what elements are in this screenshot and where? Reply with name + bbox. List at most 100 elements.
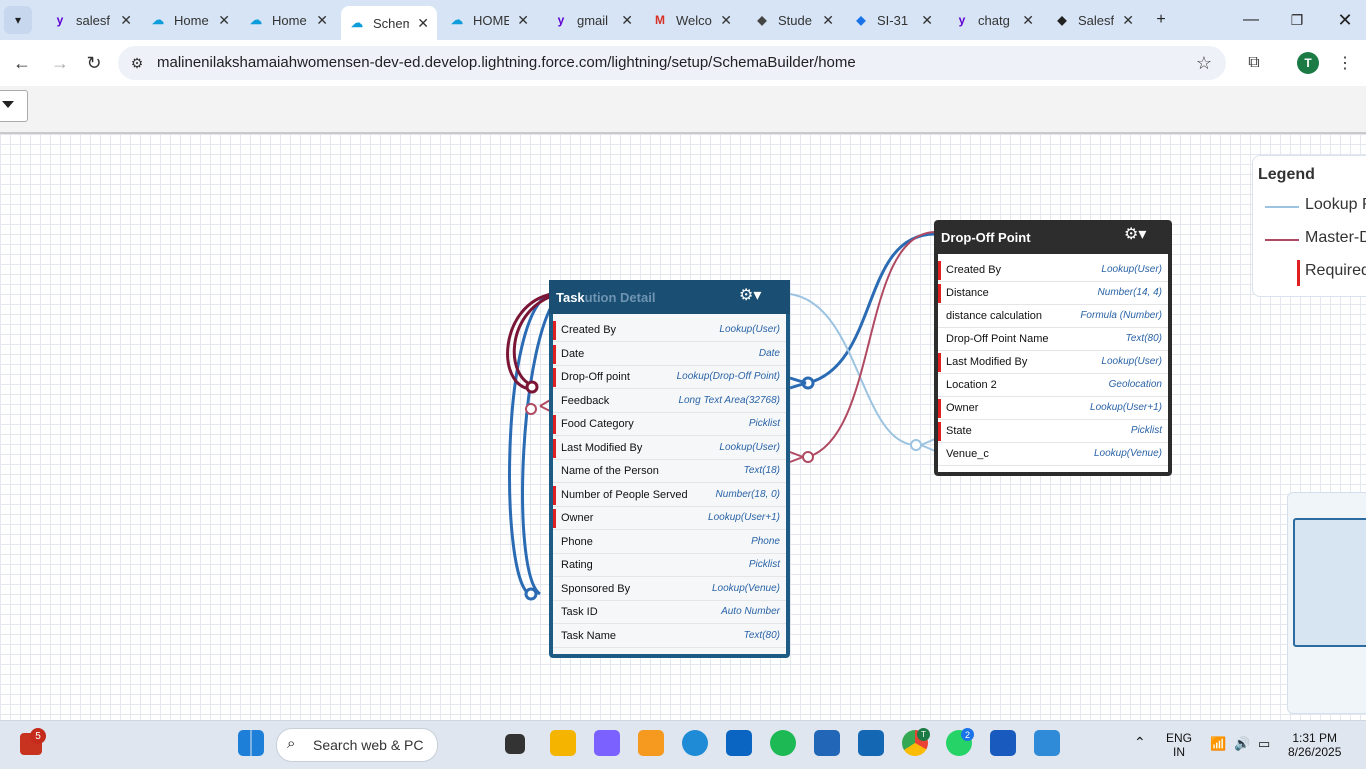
close-tab-icon[interactable]: ✕: [921, 12, 933, 29]
dropoff-settings-gear-icon[interactable]: ⚙▾: [1124, 224, 1146, 244]
field-row[interactable]: Rating Picklist: [553, 555, 786, 577]
profile-avatar[interactable]: T: [1297, 52, 1319, 74]
field-type: Lookup(User+1): [708, 512, 780, 523]
salesforce-icon: ☁: [250, 13, 262, 27]
field-row[interactable]: Owner Lookup(User+1): [553, 508, 786, 530]
volume-icon[interactable]: 🔊: [1234, 736, 1250, 752]
region-code: IN: [1173, 745, 1185, 759]
task-view-icon[interactable]: [505, 734, 525, 754]
maximize-icon[interactable]: ❐: [1282, 8, 1312, 32]
field-row[interactable]: Created By Lookup(User): [553, 320, 786, 342]
object-dropdown-button[interactable]: [0, 90, 28, 122]
field-name: Feedback: [561, 394, 610, 407]
reload-icon[interactable]: ↻: [83, 52, 105, 74]
tab-title: Stude: [778, 12, 812, 28]
minimize-icon[interactable]: —: [1236, 8, 1266, 32]
field-row[interactable]: Venue_c Lookup(Venue): [938, 444, 1168, 466]
schema-canvas[interactable]: Task ution Detail ⚙▾ Created By Lookup(Us…: [0, 134, 1366, 720]
tray-overflow-chevron-icon[interactable]: ⌃: [1134, 734, 1146, 751]
wifi-icon[interactable]: 📶: [1210, 736, 1226, 752]
copilot-icon[interactable]: [594, 730, 620, 756]
required-marker: [938, 261, 941, 280]
url-text[interactable]: malinenilakshamaiahwomensen-dev-ed.devel…: [157, 54, 856, 71]
field-row[interactable]: Number of People Served Number(18, 0): [553, 485, 786, 507]
tab-4[interactable]: ☁ HOME ✕: [441, 6, 537, 34]
field-row[interactable]: Sponsored By Lookup(Venue): [553, 579, 786, 601]
field-row[interactable]: Name of the Person Text(18): [553, 461, 786, 483]
field-row[interactable]: Task ID Auto Number: [553, 602, 786, 624]
photos-icon[interactable]: [1034, 730, 1060, 756]
language-indicator[interactable]: ENG IN: [1166, 731, 1192, 759]
extensions-icon[interactable]: ⧉: [1243, 52, 1265, 74]
chart-icon: ◆: [757, 13, 767, 27]
field-row[interactable]: Food Category Picklist: [553, 414, 786, 436]
tab-3[interactable]: ☁ Schem ✕: [341, 6, 437, 40]
tab-5[interactable]: y gmail ✕: [545, 6, 641, 34]
task-object-card[interactable]: Task ution Detail ⚙▾ Created By Lookup(Us…: [549, 280, 790, 658]
new-tab-button[interactable]: +: [1146, 8, 1176, 32]
tab-7[interactable]: ◆ Stude ✕: [746, 6, 842, 34]
task-field-list: Created By Lookup(User) Date Date Drop-Off p…: [553, 314, 786, 654]
start-windows-icon[interactable]: [238, 730, 264, 756]
close-window-icon[interactable]: ✕: [1330, 8, 1360, 32]
file-explorer-icon[interactable]: [550, 730, 576, 756]
close-tab-icon[interactable]: ✕: [822, 12, 834, 29]
back-icon[interactable]: ←: [11, 52, 33, 74]
tab-10[interactable]: ◆ Salesf ✕: [1046, 6, 1142, 34]
field-row[interactable]: State Picklist: [938, 421, 1168, 443]
field-name: Drop-Off Point Name: [946, 333, 1049, 345]
field-row[interactable]: Drop-Off Point Name Text(80): [938, 329, 1168, 351]
browser-menu-icon[interactable]: ⋮: [1334, 52, 1356, 74]
field-row[interactable]: Feedback Long Text Area(32768): [553, 391, 786, 413]
close-tab-icon[interactable]: ✕: [1122, 12, 1134, 29]
site-info-icon[interactable]: ⚙: [126, 52, 148, 74]
openai-icon: ◆: [1057, 13, 1067, 27]
mini-map-panel[interactable]: [1287, 492, 1366, 714]
tab-8[interactable]: ◆ SI-31 ✕: [845, 6, 941, 34]
salesforce-icon: ☁: [351, 16, 363, 30]
store-icon[interactable]: [814, 730, 840, 756]
tab-9[interactable]: y chatg ✕: [946, 6, 1042, 34]
word-icon[interactable]: [990, 730, 1016, 756]
close-tab-icon[interactable]: ✕: [120, 12, 132, 29]
battery-icon[interactable]: ▭: [1258, 736, 1270, 752]
required-marker: [553, 509, 556, 528]
field-row[interactable]: Distance Number(14, 4): [938, 283, 1168, 305]
field-row[interactable]: distance calculation Formula (Number): [938, 306, 1168, 328]
clock[interactable]: 1:31 PM 8/26/2025: [1288, 731, 1341, 759]
edge-icon[interactable]: [682, 730, 708, 756]
tab-search-chevron-icon[interactable]: ▾: [4, 6, 32, 34]
field-row[interactable]: Location 2 Geolocation: [938, 375, 1168, 397]
app-icon-2[interactable]: [858, 730, 884, 756]
mini-map-viewport[interactable]: [1293, 518, 1366, 647]
close-tab-icon[interactable]: ✕: [218, 12, 230, 29]
bookmark-star-icon[interactable]: ☆: [1193, 52, 1215, 74]
field-row[interactable]: Owner Lookup(User+1): [938, 398, 1168, 420]
close-tab-icon[interactable]: ✕: [417, 15, 429, 32]
app-icon[interactable]: [638, 730, 664, 756]
close-tab-icon[interactable]: ✕: [720, 12, 732, 29]
close-tab-icon[interactable]: ✕: [517, 12, 529, 29]
field-row[interactable]: Drop-Off point Lookup(Drop-Off Point): [553, 367, 786, 389]
taskbar-search-box[interactable]: ⌕ Search web & PC: [276, 728, 438, 762]
close-tab-icon[interactable]: ✕: [621, 12, 633, 29]
tab-1[interactable]: ☁ Home ✕: [142, 6, 238, 34]
spotify-icon[interactable]: [770, 730, 796, 756]
close-tab-icon[interactable]: ✕: [1022, 12, 1034, 29]
ghost-object-title: ution Detail: [584, 289, 656, 305]
field-row[interactable]: Date Date: [553, 344, 786, 366]
field-row[interactable]: Created By Lookup(User): [938, 260, 1168, 282]
dropoff-object-card[interactable]: Drop-Off Point ⚙▾ Created By Lookup(User)…: [934, 220, 1172, 476]
field-row[interactable]: Last Modified By Lookup(User): [553, 438, 786, 460]
tab-2[interactable]: ☁ Home ✕: [240, 6, 336, 34]
field-row[interactable]: Task Name Text(80): [553, 626, 786, 648]
field-row[interactable]: Phone Phone: [553, 532, 786, 554]
outlook-icon[interactable]: [726, 730, 752, 756]
tab-6[interactable]: M Welco ✕: [644, 6, 740, 34]
forward-icon[interactable]: →: [49, 52, 71, 74]
close-tab-icon[interactable]: ✕: [316, 12, 328, 29]
task-settings-gear-icon[interactable]: ⚙▾: [739, 285, 761, 305]
required-marker: [938, 284, 941, 303]
field-row[interactable]: Last Modified By Lookup(User): [938, 352, 1168, 374]
tab-0[interactable]: y salesf ✕: [44, 6, 140, 34]
